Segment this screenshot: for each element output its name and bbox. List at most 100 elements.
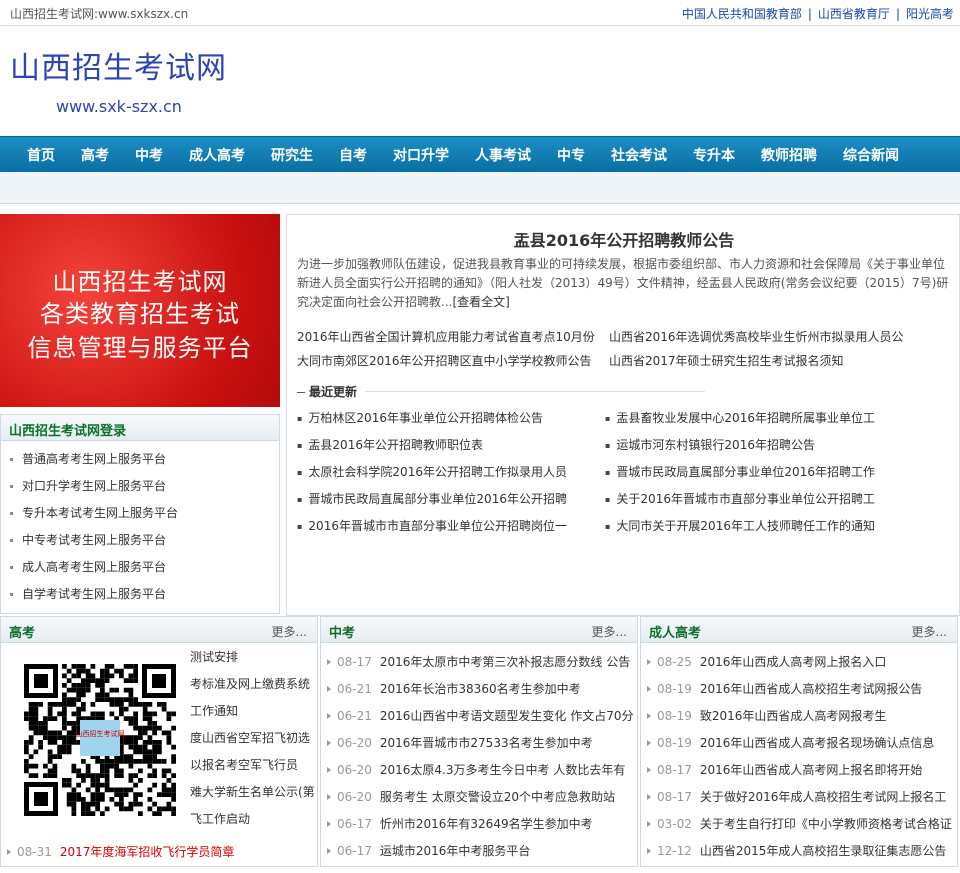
gaokao-clipped-list: 测试安排 考标准及网上缴费系统 工作通知 度山西省空军招飞初选 以报名考空军飞行…	[190, 644, 318, 844]
item-date: 08-19	[657, 709, 692, 723]
clipped-item[interactable]: 工作通知	[190, 698, 318, 725]
external-links: 中国人民共和国教育部 | 山西省教育厅 | 阳光高考	[682, 5, 954, 22]
separator: |	[895, 7, 900, 21]
site-logo-title[interactable]: 山西招生考试网	[10, 43, 227, 87]
latest-link[interactable]: 太原社会科学院2016年公开招聘工作拟录用人员	[297, 459, 605, 486]
login-link[interactable]: 对口升学考生网上服务平台	[10, 473, 279, 500]
bullet-icon	[647, 740, 651, 746]
latest-link[interactable]: 2016年晋城市市直部分事业单位公开招聘岗位一	[297, 513, 605, 540]
bullet-icon	[327, 740, 331, 746]
headline-title[interactable]: 盂县2016年公开招聘教师公告	[287, 227, 960, 251]
bullet-icon	[327, 848, 331, 854]
bullet-icon	[327, 767, 331, 773]
bullet-icon	[327, 713, 331, 719]
clipped-item[interactable]: 难大学新生名单公示(第	[190, 779, 318, 806]
latest-link[interactable]: 关于2016年晋城市市直部分事业单位公开招聘工	[605, 486, 913, 513]
latest-link[interactable]: 大同市关于开展2016年工人技师聘任工作的通知	[605, 513, 913, 540]
login-link[interactable]: 普通高考考生网上服务平台	[10, 446, 279, 473]
more-link[interactable]: 更多...	[912, 623, 947, 640]
nav-duikou[interactable]: 对口升学	[380, 145, 462, 165]
clipped-item[interactable]: 飞工作启动	[190, 806, 318, 833]
list-item[interactable]: 06-17 运城市2016年中考服务平台	[327, 838, 637, 865]
login-panel-title: 山西招生考试网登录	[9, 424, 127, 439]
banner-line: 山西招生考试网	[52, 268, 228, 296]
banner-line: 各类教育招生考试	[40, 300, 240, 328]
nav-social-exam[interactable]: 社会考试	[598, 145, 680, 165]
login-link[interactable]: 成人高考考生网上服务平台	[10, 554, 279, 581]
clipped-item[interactable]: 考标准及网上缴费系统	[190, 671, 318, 698]
link-gaokao[interactable]: 阳光高考	[906, 7, 954, 21]
list-item[interactable]: 08-17 2016年山西省成人高考网上报名即将开始	[647, 757, 957, 784]
login-link[interactable]: 中专考试考生网上服务平台	[10, 527, 279, 554]
nav-gaokao[interactable]: 高考	[68, 145, 122, 165]
clipped-item[interactable]: 以报名考空军飞行员	[190, 752, 318, 779]
promo-banner[interactable]: 山西招生考试网 各类教育招生考试 信息管理与服务平台	[0, 214, 280, 407]
list-item[interactable]: 06-17 忻州市2016年有32649名学生参加中考	[327, 811, 637, 838]
latest-link[interactable]: 运城市河东村镇银行2016年招聘公告	[605, 432, 913, 459]
column-header: 中考 更多...	[321, 617, 637, 643]
nav-graduate[interactable]: 研究生	[258, 145, 326, 165]
latest-link[interactable]: 盂县畜牧业发展中心2016年招聘所属事业单位工	[605, 405, 913, 432]
nav-zhongkao[interactable]: 中考	[122, 145, 176, 165]
list-item[interactable]: 08-19 2016年山西省成人高考报名现场确认点信息	[647, 730, 957, 757]
column-header: 高考 更多...	[1, 617, 317, 643]
hot-news-link[interactable]: 山西省2016年选调优秀高校毕业生忻州市拟录用人员公	[609, 325, 921, 349]
summary-text: 为进一步加强教师队伍建设，促进我县教育事业的可持续发展，根据市委组织部、市人力资…	[297, 257, 949, 309]
list-item[interactable]: 06-20 2016年晋城市市27533名考生参加中考	[327, 730, 637, 757]
latest-link[interactable]: 盂县2016年公开招聘教师职位表	[297, 432, 605, 459]
latest-link[interactable]: 晋城市民政局直属部分事业单位2016年公开招聘	[297, 486, 605, 513]
top-bar: 山西招生考试网:www.sxkszx.cn 中国人民共和国教育部 | 山西省教育厅 |…	[0, 0, 960, 26]
nav-home[interactable]: 首页	[14, 145, 68, 165]
item-title: 2016年山西省成人高考报名现场确认点信息	[699, 736, 935, 750]
login-link[interactable]: 自学考试考生网上服务平台	[10, 581, 279, 608]
item-date: 12-12	[657, 844, 692, 858]
item-date: 08-17	[657, 790, 692, 804]
link-moe[interactable]: 中国人民共和国教育部	[682, 7, 802, 21]
bullet-icon	[647, 848, 651, 854]
nav-teacher-recruit[interactable]: 教师招聘	[748, 145, 830, 165]
qr-code-icon: 山西招生考试网	[20, 660, 180, 820]
hot-news-link[interactable]: 大同市南郊区2016年公开招聘区直中小学学校教师公告	[297, 349, 609, 373]
nav-personnel-exam[interactable]: 人事考试	[462, 145, 544, 165]
list-item[interactable]: 08-19 2016年山西省成人高校招生考试网报公告	[647, 676, 957, 703]
list-item[interactable]: 06-21 2016山西省中考语文题型发生变化 作文占70分	[327, 703, 637, 730]
latest-link[interactable]: 晋城市民政局直属部分事业单位2016年招聘工作	[605, 459, 913, 486]
item-title: 2016太原4.3万多考生今日中考 人数比去年有	[379, 763, 626, 777]
read-full-link[interactable]: [查看全文]	[452, 295, 509, 309]
list-item[interactable]: 06-21 2016年长治市38360名考生参加中考	[327, 676, 637, 703]
nav-news[interactable]: 综合新闻	[830, 145, 912, 165]
list-item[interactable]: 08-25 2016年山西成人高考网上报名入口	[647, 649, 957, 676]
sub-bar	[0, 172, 960, 204]
nav-zhongzhuan[interactable]: 中专	[544, 145, 598, 165]
bullet-icon	[647, 821, 651, 827]
bullet-icon	[327, 821, 331, 827]
item-date: 08-19	[657, 736, 692, 750]
bullet-icon	[647, 794, 651, 800]
bullet-icon	[647, 713, 651, 719]
item-date: 06-21	[337, 682, 372, 696]
list-item[interactable]: 12-12 山西省2015年成人高校招生录取征集志愿公告	[647, 838, 957, 865]
column-title: 高考	[9, 626, 36, 641]
more-link[interactable]: 更多...	[272, 623, 307, 640]
list-item[interactable]: 03-02 关于考生自行打印《中小学教师资格考试合格证	[647, 811, 957, 838]
item-title: 2017年度海军招收飞行学员简章	[59, 845, 235, 859]
clipped-item[interactable]: 测试安排	[190, 644, 318, 671]
list-item[interactable]: 06-20 2016太原4.3万多考生今日中考 人数比去年有	[327, 757, 637, 784]
chengkao-column: 成人高考 更多... 08-25 2016年山西成人高考网上报名入口 08-19 2…	[640, 616, 958, 867]
list-item[interactable]: 08-17 关于做好2016年成人高校招生考试网上报名工	[647, 784, 957, 811]
login-link[interactable]: 专升本考试考生网上服务平台	[10, 500, 279, 527]
nav-zikao[interactable]: 自考	[326, 145, 380, 165]
column-header: 成人高考 更多...	[641, 617, 957, 643]
list-item[interactable]: 08-17 2016年太原市中考第三次补报志愿分数线 公告	[327, 649, 637, 676]
clipped-item[interactable]: 度山西省空军招飞初选	[190, 725, 318, 752]
hot-news-link[interactable]: 山西省2017年硕士研究生招生考试报名须知	[609, 349, 921, 373]
hot-news-link[interactable]: 2016年山西省全国计算机应用能力考试省直考点10月份	[297, 325, 609, 349]
latest-link[interactable]: 万柏林区2016年事业单位公开招聘体检公告	[297, 405, 605, 432]
nav-chengkao[interactable]: 成人高考	[176, 145, 258, 165]
headline-summary: 为进一步加强教师队伍建设，促进我县教育事业的可持续发展，根据市委组织部、市人力资…	[297, 255, 949, 312]
list-item[interactable]: 08-19 致2016年山西省成人高考网报考生	[647, 703, 957, 730]
more-link[interactable]: 更多...	[592, 623, 627, 640]
list-item[interactable]: 06-20 服务考生 太原交警设立20个中考应急救助站	[327, 784, 637, 811]
nav-zhuanshengben[interactable]: 专升本	[680, 145, 748, 165]
link-shanxi-edu[interactable]: 山西省教育厅	[818, 7, 890, 21]
